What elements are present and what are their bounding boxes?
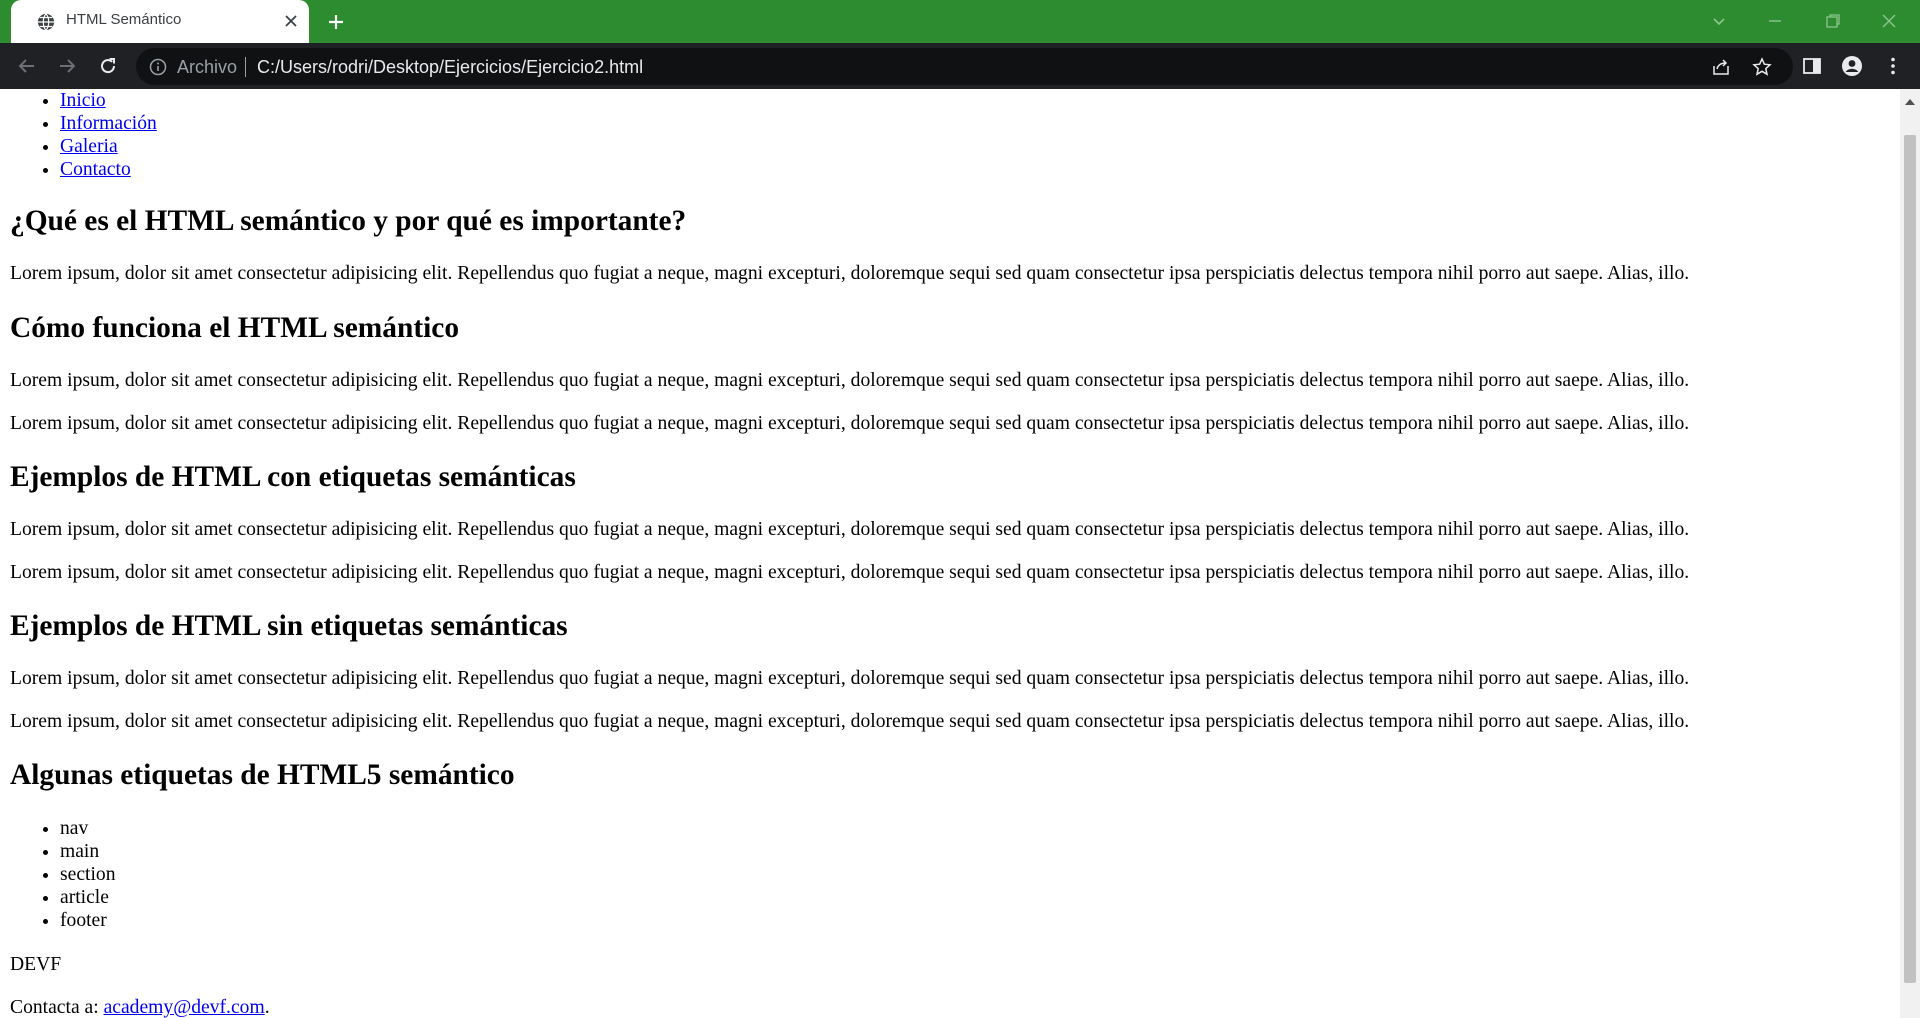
side-panel-icon[interactable] [1801, 55, 1823, 77]
forward-arrow-icon[interactable] [56, 55, 78, 77]
section-heading: Algunas etiquetas de HTML5 semántico [10, 759, 515, 791]
list-item: footer [60, 909, 116, 932]
address-url[interactable]: C:/Users/rodri/Desktop/Ejercicios/Ejerci… [257, 57, 643, 78]
tab-title: HTML Semántico [66, 11, 182, 28]
nav-item: Información [60, 112, 157, 135]
close-window-icon[interactable] [1879, 11, 1899, 31]
list-item: nav [60, 817, 116, 840]
bookmark-star-icon[interactable] [1752, 57, 1772, 77]
more-menu-icon[interactable] [1882, 55, 1904, 77]
browser-toolbar: Archivo C:/Users/rodri/Desktop/Ejercicio… [0, 43, 1920, 89]
paragraph: Lorem ipsum, dolor sit amet consectetur … [10, 562, 1690, 583]
globe-icon [37, 13, 55, 31]
restore-icon[interactable] [1823, 11, 1843, 31]
nav-link-contacto[interactable]: Contacto [60, 159, 131, 180]
list-item: article [60, 886, 116, 909]
address-bar[interactable]: Archivo C:/Users/rodri/Desktop/Ejercicio… [136, 48, 1793, 85]
vertical-scrollbar[interactable] [1900, 89, 1920, 1018]
contact-email-link[interactable]: academy@devf.com [104, 997, 265, 1018]
reload-icon[interactable] [97, 55, 119, 77]
paragraph: Lorem ipsum, dolor sit amet consectetur … [10, 668, 1690, 689]
section-heading: Cómo funciona el HTML semántico [10, 312, 460, 344]
nav-menu: Inicio Información Galeria Contacto [60, 89, 157, 181]
nav-item: Inicio [60, 89, 157, 112]
section-heading: Ejemplos de HTML con etiquetas semántica… [10, 461, 576, 493]
share-icon[interactable] [1711, 57, 1731, 77]
list-item: section [60, 863, 116, 886]
paragraph: Lorem ipsum, dolor sit amet consectetur … [10, 263, 1690, 284]
paragraph: Lorem ipsum, dolor sit amet consectetur … [10, 413, 1690, 434]
new-tab-plus-icon[interactable] [326, 12, 346, 32]
address-scheme-label: Archivo [177, 57, 238, 77]
nav-item: Galeria [60, 135, 157, 158]
browser-tab-strip: HTML Semántico [0, 0, 1920, 43]
paragraph: Lorem ipsum, dolor sit amet consectetur … [10, 370, 1690, 391]
section-heading: ¿Qué es el HTML semántico y por qué es i… [10, 205, 687, 237]
tab-search-chevron-icon[interactable] [1709, 11, 1729, 31]
address-divider [245, 57, 246, 77]
nav-link-inicio[interactable]: Inicio [60, 90, 106, 111]
minimize-icon[interactable] [1765, 11, 1785, 31]
footer-brand: DEVF [10, 954, 62, 975]
contact-suffix: . [264, 997, 270, 1018]
paragraph: Lorem ipsum, dolor sit amet consectetur … [10, 519, 1690, 540]
page-viewport: Inicio Información Galeria Contacto ¿Qué… [0, 89, 1900, 1018]
contact-prefix: Contacta a: [10, 997, 104, 1018]
scroll-up-arrow-icon[interactable] [1905, 97, 1915, 105]
profile-avatar-icon[interactable] [1841, 55, 1863, 77]
nav-link-galeria[interactable]: Galeria [60, 136, 118, 157]
list-item: main [60, 840, 116, 863]
semantic-tags-list: nav main section article footer [60, 817, 116, 932]
nav-item: Contacto [60, 158, 157, 181]
scrollbar-thumb[interactable] [1904, 135, 1916, 983]
back-arrow-icon[interactable] [16, 55, 38, 77]
nav-link-informacion[interactable]: Información [60, 113, 157, 134]
footer-contact: Contacta a: academy@devf.com. [10, 996, 270, 1018]
browser-tab[interactable]: HTML Semántico [11, 0, 309, 43]
close-tab-icon[interactable] [284, 14, 298, 28]
section-heading: Ejemplos de HTML sin etiquetas semántica… [10, 610, 568, 642]
site-info-icon[interactable] [149, 58, 167, 76]
paragraph: Lorem ipsum, dolor sit amet consectetur … [10, 711, 1690, 732]
